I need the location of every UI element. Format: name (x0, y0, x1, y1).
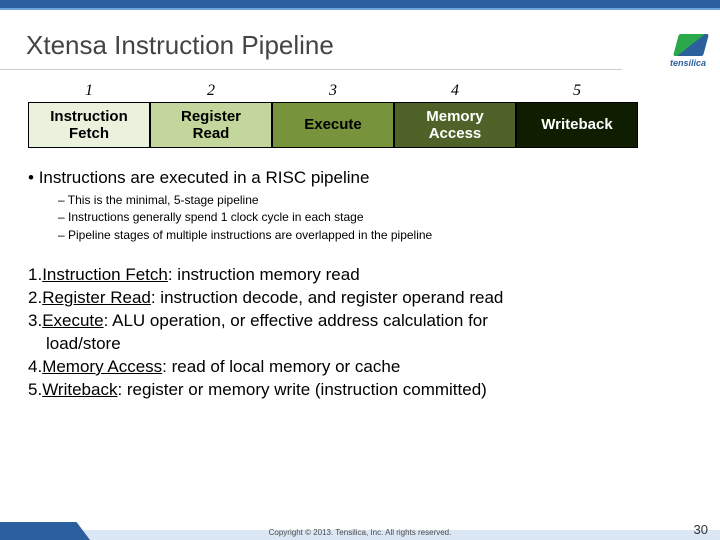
def-num: 1. (28, 265, 42, 284)
def-row: 2.Register Read: instruction decode, and… (28, 287, 692, 310)
header: Xtensa Instruction Pipeline tensilica (0, 10, 720, 70)
def-desc: : instruction memory read (168, 265, 360, 284)
page-title: Xtensa Instruction Pipeline (26, 30, 622, 61)
def-term: Execute (42, 311, 103, 330)
def-cont: load/store (46, 334, 121, 353)
stage-label: Execute (304, 116, 362, 133)
def-row: 4.Memory Access: read of local memory or… (28, 356, 692, 379)
sub-bullet: Instructions generally spend 1 clock cyc… (58, 209, 692, 226)
def-desc: : read of local memory or cache (162, 357, 400, 376)
def-term: Register Read (42, 288, 151, 307)
brand-name: tensilica (670, 58, 706, 68)
stage-box-1: Instruction Fetch (28, 102, 150, 148)
stage-num: 5 (516, 82, 638, 100)
footer-corner-icon (0, 522, 90, 540)
stage-label: Memory Access (426, 108, 484, 143)
stage-num: 4 (394, 82, 516, 100)
def-row: 1.Instruction Fetch: instruction memory … (28, 264, 692, 287)
top-accent-bar (0, 0, 720, 10)
sub-bullet-list: This is the minimal, 5-stage pipeline In… (58, 192, 692, 244)
main-bullet: Instructions are executed in a RISC pipe… (28, 168, 692, 188)
def-num: 4. (28, 357, 42, 376)
stage-numbers-row: 1 2 3 4 5 (28, 82, 692, 100)
def-num: 2. (28, 288, 42, 307)
brand-logo: tensilica (632, 34, 712, 70)
def-term: Writeback (42, 380, 117, 399)
content: 1 2 3 4 5 Instruction Fetch Register Rea… (0, 70, 720, 402)
logo-icon (673, 34, 709, 56)
sub-bullet: This is the minimal, 5-stage pipeline (58, 192, 692, 209)
sub-bullet: Pipeline stages of multiple instructions… (58, 227, 692, 244)
stage-num: 2 (150, 82, 272, 100)
stage-label: Instruction Fetch (50, 108, 128, 143)
stage-box-2: Register Read (150, 102, 272, 148)
def-term: Instruction Fetch (42, 265, 168, 284)
stage-box-5: Writeback (516, 102, 638, 148)
pipeline-stages: Instruction Fetch Register Read Execute … (28, 102, 692, 148)
stage-num: 1 (28, 82, 150, 100)
stage-label: Register Read (181, 108, 241, 143)
title-wrap: Xtensa Instruction Pipeline (0, 10, 622, 70)
def-row-cont: load/store (28, 333, 692, 356)
def-desc: : ALU operation, or effective address ca… (104, 311, 488, 330)
footer: Copyright © 2013. Tensilica, Inc. All ri… (0, 522, 720, 540)
def-desc: : instruction decode, and register opera… (151, 288, 504, 307)
def-num: 3. (28, 311, 42, 330)
stage-definitions: 1.Instruction Fetch: instruction memory … (28, 264, 692, 402)
def-num: 5. (28, 380, 42, 399)
stage-label: Writeback (541, 116, 612, 133)
stage-num: 3 (272, 82, 394, 100)
page-number: 30 (694, 522, 708, 537)
copyright-text: Copyright © 2013. Tensilica, Inc. All ri… (269, 528, 452, 537)
def-row: 5.Writeback: register or memory write (i… (28, 379, 692, 402)
def-row: 3.Execute: ALU operation, or effective a… (28, 310, 692, 333)
stage-box-3: Execute (272, 102, 394, 148)
stage-box-4: Memory Access (394, 102, 516, 148)
def-desc: : register or memory write (instruction … (117, 380, 486, 399)
def-term: Memory Access (42, 357, 162, 376)
